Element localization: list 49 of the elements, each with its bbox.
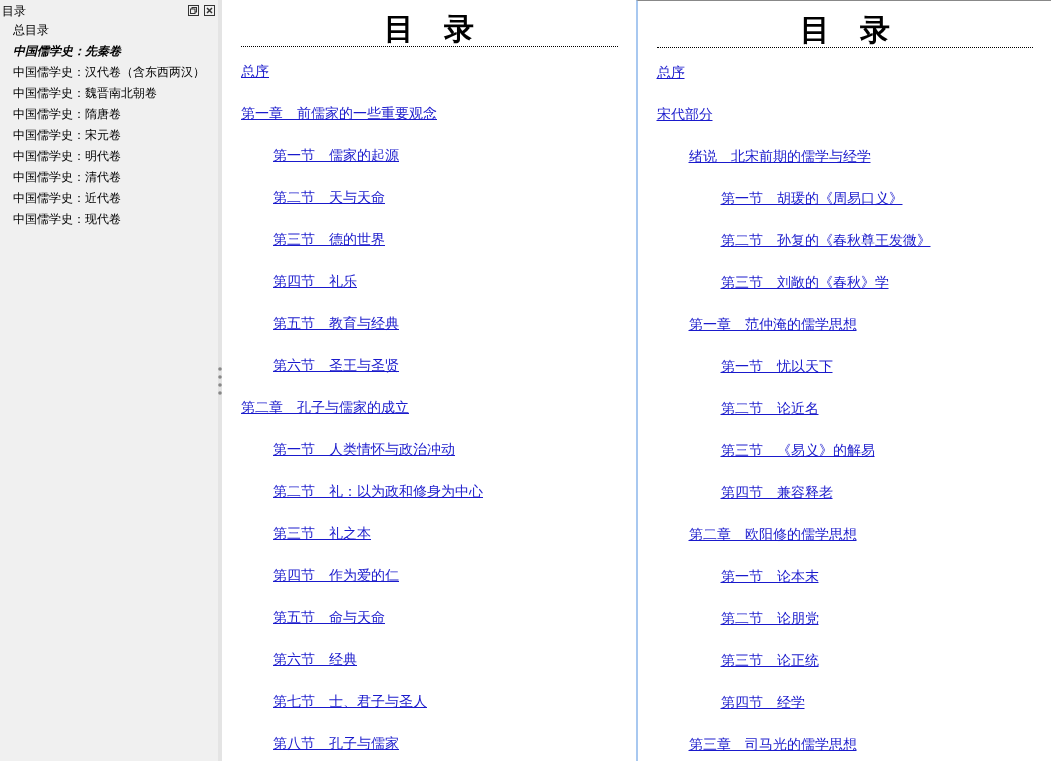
toc-link[interactable]: 第四节 兼容释老 [720,482,833,502]
toc-link[interactable]: 第八节 孔子与儒家 [273,733,399,753]
page-heading: 目 录 [241,12,618,47]
toc-link[interactable]: 第二节 礼：以为政和修身为中心 [273,481,483,501]
toc-link[interactable]: 第四节 作为爱的仁 [273,565,399,585]
toc-link[interactable]: 总序 [241,61,269,81]
toc-link[interactable]: 第一节 忧以天下 [720,356,833,376]
toc-link[interactable]: 第三节 刘敞的《春秋》学 [720,272,889,292]
toc-link[interactable]: 第一章 前儒家的一些重要观念 [241,103,437,123]
sidebar-item[interactable]: 中国儒学史：清代卷 [0,167,121,188]
toc-link[interactable]: 总序 [656,62,685,82]
toc-link[interactable]: 第五节 命与天命 [273,607,385,627]
toc-link[interactable]: 第三节 论正统 [720,650,819,670]
toc-link[interactable]: 第三节 德的世界 [273,229,385,249]
sidebar-item[interactable]: 中国儒学史：魏晋南北朝卷 [0,83,157,104]
toc-link[interactable]: 第六节 圣王与圣贤 [273,355,399,375]
toc-link[interactable]: 第一节 胡瑗的《周易口义》 [720,188,903,208]
toc-link[interactable]: 第一节 儒家的起源 [273,145,399,165]
toc-link[interactable]: 第一章 范仲淹的儒学思想 [688,314,857,334]
toc-link[interactable]: 宋代部分 [656,104,713,124]
toc-link[interactable]: 第二章 孔子与儒家的成立 [241,397,409,417]
toc-link[interactable]: 第四节 礼乐 [273,271,357,291]
toc-link[interactable]: 第三节 礼之本 [273,523,371,543]
toc-link[interactable]: 第二节 论近名 [720,398,819,418]
sidebar-item[interactable]: 中国儒学史：先秦卷 [0,41,121,62]
sidebar-item[interactable]: 中国儒学史：近代卷 [0,188,121,209]
close-button[interactable] [204,4,216,17]
toc-link[interactable]: 第二节 天与天命 [273,187,385,207]
restore-button[interactable] [188,4,200,17]
sidebar-item[interactable]: 中国儒学史：隋唐卷 [0,104,121,125]
sidebar-item[interactable]: 中国儒学史：明代卷 [0,146,121,167]
toc-link[interactable]: 第四节 经学 [720,692,805,712]
sidebar-item[interactable]: 总目录 [0,20,49,41]
toc-link[interactable]: 第二节 论朋党 [720,608,819,628]
panel-title: 目录 [2,2,26,20]
toc-link[interactable]: 第二节 孙复的《春秋尊王发微》 [720,230,931,250]
sidebar-item[interactable]: 中国儒学史：现代卷 [0,209,121,230]
sidebar-item[interactable]: 中国儒学史：宋元卷 [0,125,121,146]
page-heading: 目 录 [656,13,1033,48]
toc-link[interactable]: 第一节 人类情怀与政治冲动 [273,439,455,459]
toc-link[interactable]: 第六节 经典 [273,649,357,669]
toc-link[interactable]: 第二章 欧阳修的儒学思想 [688,524,857,544]
toc-link[interactable]: 第三章 司马光的儒学思想 [688,734,857,754]
toc-link[interactable]: 第七节 士、君子与圣人 [273,691,427,711]
sidebar-item[interactable]: 中国儒学史：汉代卷（含东西两汉） [0,62,205,83]
toc-link[interactable]: 绪说 北宋前期的儒学与经学 [688,146,871,166]
toc-link[interactable]: 第五节 教育与经典 [273,313,399,333]
toc-link[interactable]: 第一节 论本末 [720,566,819,586]
toc-link[interactable]: 第三节 《易义》的解易 [720,440,875,460]
